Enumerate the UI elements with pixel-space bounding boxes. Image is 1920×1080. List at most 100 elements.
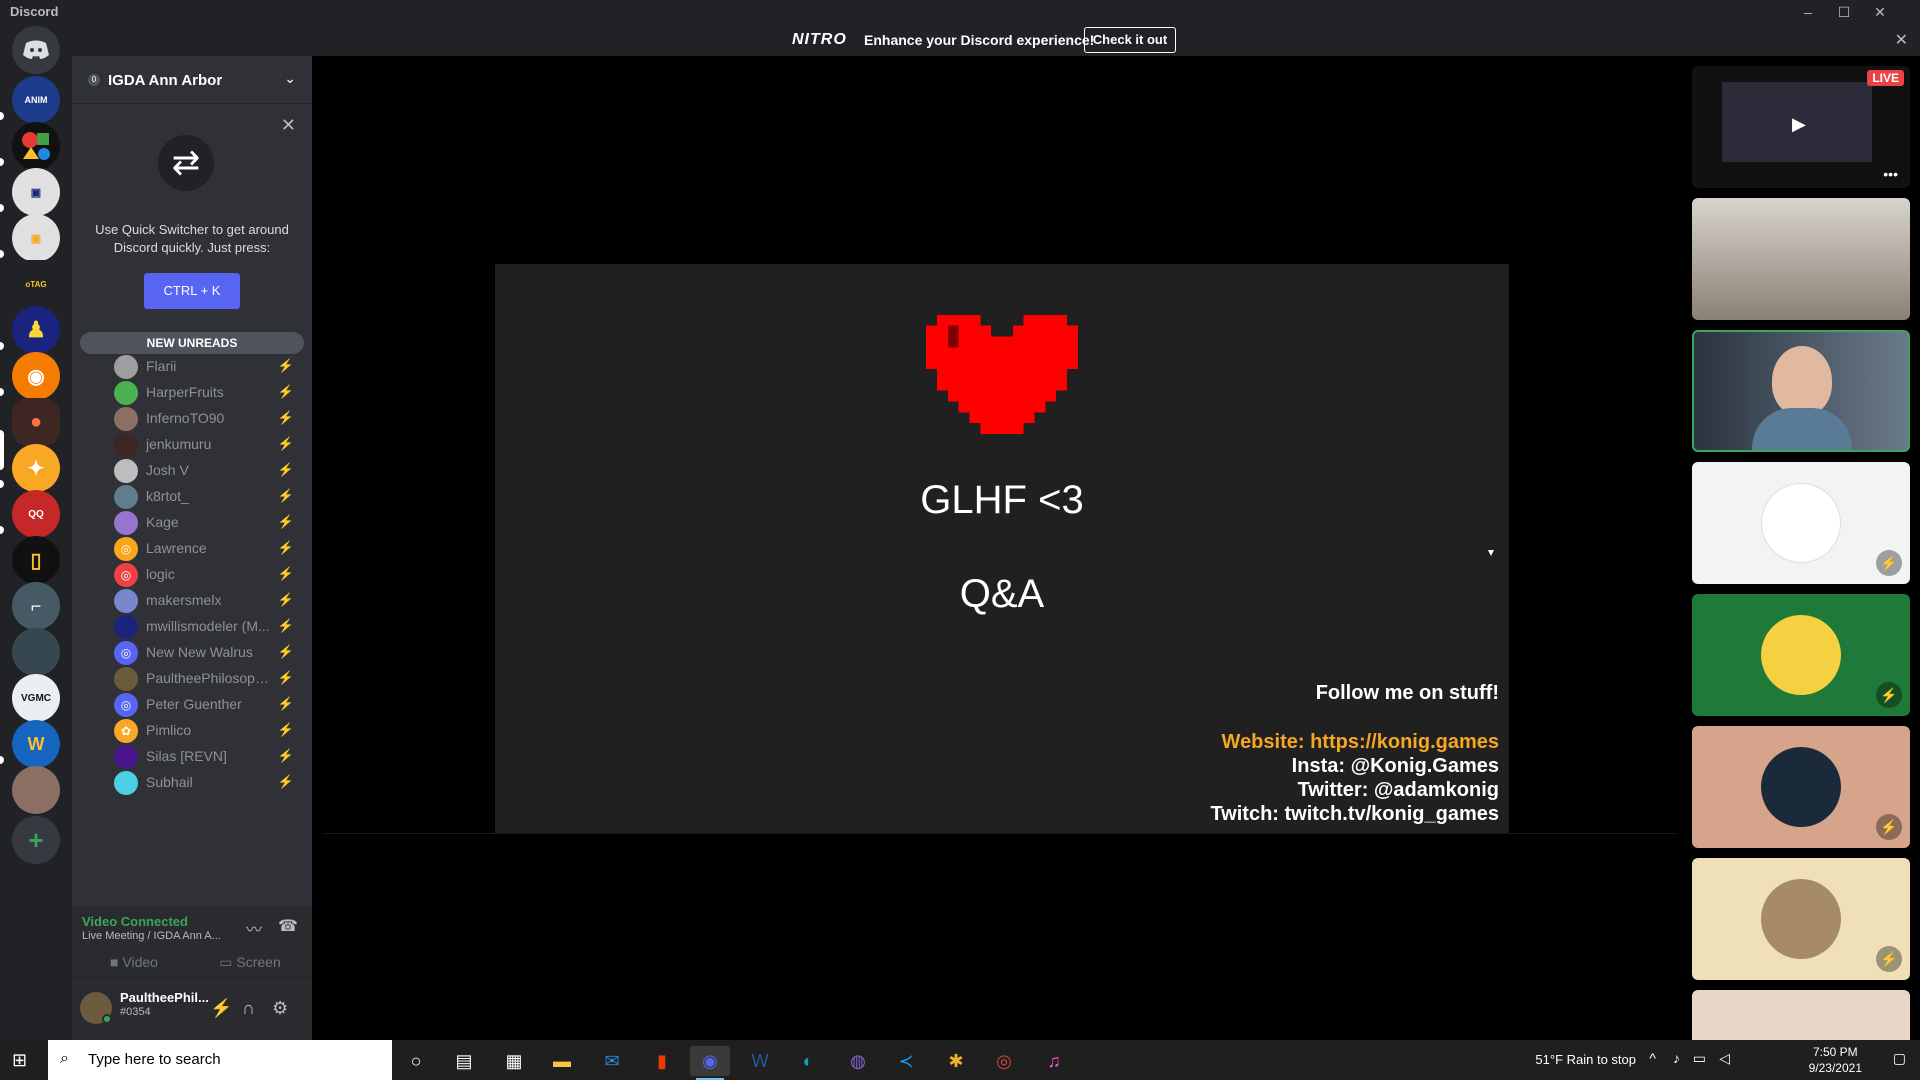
office-icon[interactable]: ▮: [642, 1046, 682, 1076]
member-item[interactable]: ◎ Lawrence ⚡: [114, 534, 304, 562]
server-avatar-icon[interactable]: [12, 766, 60, 814]
slide-title: GLHF <3: [920, 478, 1084, 522]
stage-divider: [324, 833, 1676, 834]
slack-icon[interactable]: ✱: [936, 1046, 976, 1076]
more-options-icon[interactable]: •••: [1883, 166, 1898, 182]
member-item[interactable]: Kage ⚡: [114, 508, 304, 536]
chevron-down-icon[interactable]: ⌄: [284, 70, 296, 87]
guild-header[interactable]: 0 IGDA Ann Arbor ⌄: [72, 56, 312, 104]
windows-start-icon[interactable]: ⊞: [12, 1050, 27, 1071]
video-button[interactable]: ■ Video: [80, 948, 188, 976]
mail-icon[interactable]: ✉: [592, 1046, 632, 1076]
avatar: [114, 667, 138, 691]
maximize-icon[interactable]: ☐: [1834, 2, 1854, 22]
voice-channel-path[interactable]: Live Meeting / IGDA Ann A...: [82, 930, 234, 942]
main-stream-view[interactable]: GLHF <3 Q&A Follow me on stuff! Website:…: [312, 56, 1680, 1040]
close-banner-icon[interactable]: ✕: [1895, 30, 1908, 50]
microphone-icon[interactable]: ♪: [1673, 1050, 1680, 1066]
member-item[interactable]: ◎ logic ⚡: [114, 560, 304, 588]
server-flame-icon[interactable]: ◉: [12, 352, 60, 400]
member-item[interactable]: Silas [REVN] ⚡: [114, 742, 304, 770]
github-icon[interactable]: ◍: [838, 1046, 878, 1076]
store-icon[interactable]: ▦: [494, 1046, 534, 1076]
member-item[interactable]: ✿ Pimlico ⚡: [114, 716, 304, 744]
unread-pill: [0, 204, 4, 212]
screen-share-button[interactable]: ▭ Screen: [196, 948, 304, 976]
discord-avatar-icon: ◎: [114, 563, 138, 587]
stream-preview-tile[interactable]: LIVE ▶ •••: [1692, 66, 1910, 188]
task-view-icon[interactable]: ▤: [444, 1046, 484, 1076]
close-window-icon[interactable]: ✕: [1870, 2, 1890, 22]
home-discord-icon[interactable]: [12, 26, 60, 74]
member-item[interactable]: Josh V ⚡: [114, 456, 304, 484]
member-item[interactable]: HarperFruits ⚡: [114, 378, 304, 406]
member-item[interactable]: mwillismodeler (M... ⚡: [114, 612, 304, 640]
member-item[interactable]: Flarii ⚡: [114, 352, 304, 380]
avatar-tile-partial[interactable]: [1692, 990, 1910, 1040]
server-vgmc-icon[interactable]: VGMC: [12, 674, 60, 722]
server-landscape-icon[interactable]: [12, 628, 60, 676]
server-qq-icon[interactable]: QQ: [12, 490, 60, 538]
video-tile-classroom[interactable]: [1692, 198, 1910, 320]
volume-icon[interactable]: ◁: [1719, 1050, 1730, 1067]
member-item[interactable]: k8rtot_ ⚡: [114, 482, 304, 510]
server-ue-icon[interactable]: W: [12, 720, 60, 768]
disconnect-icon[interactable]: ☎: [278, 916, 298, 936]
quick-switcher-shortcut-button[interactable]: CTRL + K: [144, 273, 240, 309]
video-tile-speaker[interactable]: [1692, 330, 1910, 452]
server-colorful-icon[interactable]: [12, 122, 60, 170]
cortana-icon[interactable]: ○: [396, 1046, 436, 1076]
vscode-icon[interactable]: ≺: [886, 1046, 926, 1076]
server-animation-club-icon[interactable]: ANIM: [12, 76, 60, 124]
member-item[interactable]: Subhail ⚡: [114, 768, 304, 796]
member-item[interactable]: makersmelx ⚡: [114, 586, 304, 614]
vitruvian-avatar-icon: [1761, 483, 1841, 563]
user-name[interactable]: PaultheePhil...: [120, 990, 209, 1005]
close-tip-icon[interactable]: ✕: [281, 115, 296, 136]
weather-widget[interactable]: 51°F Rain to stop: [1535, 1052, 1636, 1067]
chevron-up-icon[interactable]: ^: [1649, 1050, 1656, 1066]
server-pawn-icon[interactable]: ♟: [12, 306, 60, 354]
itunes-icon[interactable]: ♫: [1034, 1046, 1074, 1076]
avatar-tile-green[interactable]: ⚡: [1692, 594, 1910, 716]
video-label: Video: [122, 954, 158, 970]
notification-icon[interactable]: ▢: [1893, 1050, 1906, 1067]
unread-pill: [0, 388, 4, 396]
user-panel: PaultheePhil... #0354 ⚡ ∩ ⚙: [72, 978, 312, 1040]
server-games-cube-2-icon[interactable]: ▣: [12, 214, 60, 262]
clock[interactable]: 7:50 PM 9/23/2021: [1809, 1044, 1862, 1076]
discord-taskbar-icon[interactable]: ◉: [690, 1046, 730, 1080]
avatar-tile-salmon[interactable]: ⚡: [1692, 726, 1910, 848]
unread-pill: [0, 480, 4, 488]
check-it-out-button[interactable]: Check it out: [1084, 27, 1176, 53]
server-door-icon[interactable]: ▯: [12, 536, 60, 584]
headphones-icon[interactable]: ∩: [242, 998, 255, 1019]
server-fox-icon[interactable]: ✦: [12, 444, 60, 492]
member-item[interactable]: PaultheePhilosophy... ⚡: [114, 664, 304, 692]
new-unreads-bar[interactable]: NEW UNREADS: [80, 332, 304, 354]
chrome-icon[interactable]: ◎: [984, 1046, 1024, 1076]
taskbar-search[interactable]: ⌕ Type here to search: [48, 1040, 392, 1080]
add-server-icon[interactable]: +: [12, 816, 60, 864]
member-name: Lawrence: [146, 540, 207, 556]
member-item[interactable]: ◎ New New Walrus ⚡: [114, 638, 304, 666]
word-icon[interactable]: W: [740, 1046, 780, 1076]
server-games-cube-icon[interactable]: ▣: [12, 168, 60, 216]
video-connected-status[interactable]: Video Connected: [82, 914, 188, 929]
noise-suppression-icon[interactable]: 〰: [246, 916, 262, 940]
network-icon[interactable]: ▭: [1693, 1050, 1706, 1067]
member-item[interactable]: InfernoTO90 ⚡: [114, 404, 304, 432]
server-otag-games-icon[interactable]: oTAG: [12, 260, 60, 308]
mouse-cursor-icon: [1488, 550, 1494, 556]
settings-gear-icon[interactable]: ⚙: [272, 998, 288, 1019]
minimize-icon[interactable]: –: [1798, 2, 1818, 22]
avatar-tile-vitruvian[interactable]: ⚡: [1692, 462, 1910, 584]
avatar-tile-cream[interactable]: ⚡: [1692, 858, 1910, 980]
member-item[interactable]: jenkumuru ⚡: [114, 430, 304, 458]
server-igda-icon[interactable]: ●: [12, 398, 60, 446]
microphone-muted-icon[interactable]: ⚡: [210, 998, 232, 1019]
file-explorer-icon[interactable]: ▬: [542, 1046, 582, 1076]
server-gun-icon[interactable]: ⌐: [12, 582, 60, 630]
edge-icon[interactable]: ◐: [788, 1046, 828, 1076]
member-item[interactable]: ◎ Peter Guenther ⚡: [114, 690, 304, 718]
